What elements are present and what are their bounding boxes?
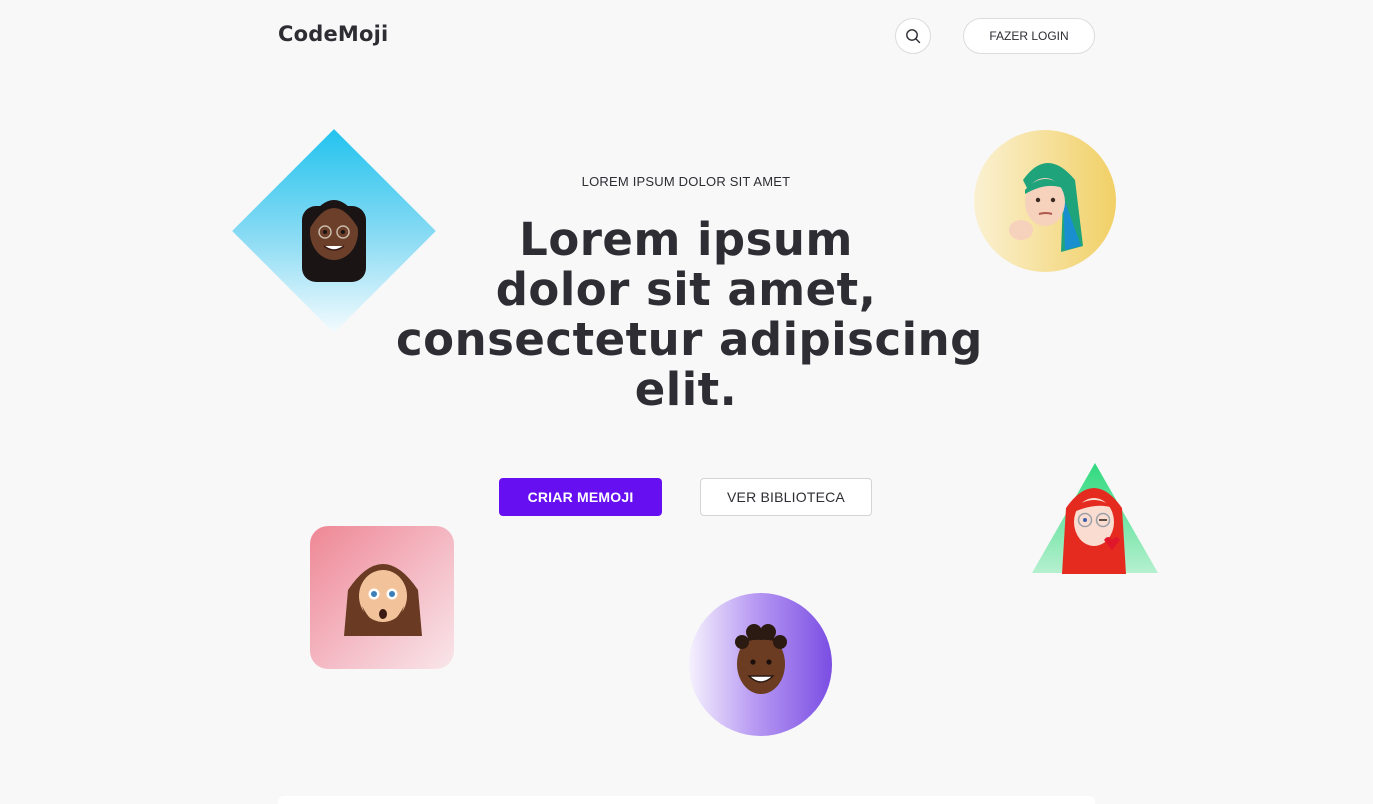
headline-line: Lorem ipsum — [519, 213, 853, 266]
create-memoji-button[interactable]: CRIAR MEMOJI — [499, 478, 662, 516]
search-button[interactable] — [895, 18, 931, 54]
headline-line: dolor sit amet, — [495, 263, 877, 316]
login-button[interactable]: FAZER LOGIN — [963, 18, 1095, 54]
hero-eyebrow: LOREM IPSUM DOLOR SIT AMET — [581, 174, 791, 189]
hero-headline: Lorem ipsum dolor sit amet, consectetur … — [396, 213, 983, 416]
avatar-memoji-green-hair — [1009, 163, 1083, 252]
avatar-memoji-curly — [735, 624, 787, 694]
landing-page: CodeMoji FAZER LOGIN LOREM IPSUM DOLOR S… — [0, 0, 1373, 804]
avatar-memoji-braids — [302, 200, 366, 282]
avatar-memoji-bearded — [344, 564, 422, 636]
search-icon — [906, 29, 921, 44]
avatar-memoji-red-hair — [1062, 488, 1126, 574]
logo[interactable]: CodeMoji — [278, 22, 388, 46]
headline-line: consectetur adipiscing — [396, 313, 983, 366]
headline-line: elit. — [634, 363, 738, 416]
view-library-button[interactable]: VER BIBLIOTECA — [700, 478, 872, 516]
content-card-top-edge — [278, 796, 1095, 804]
